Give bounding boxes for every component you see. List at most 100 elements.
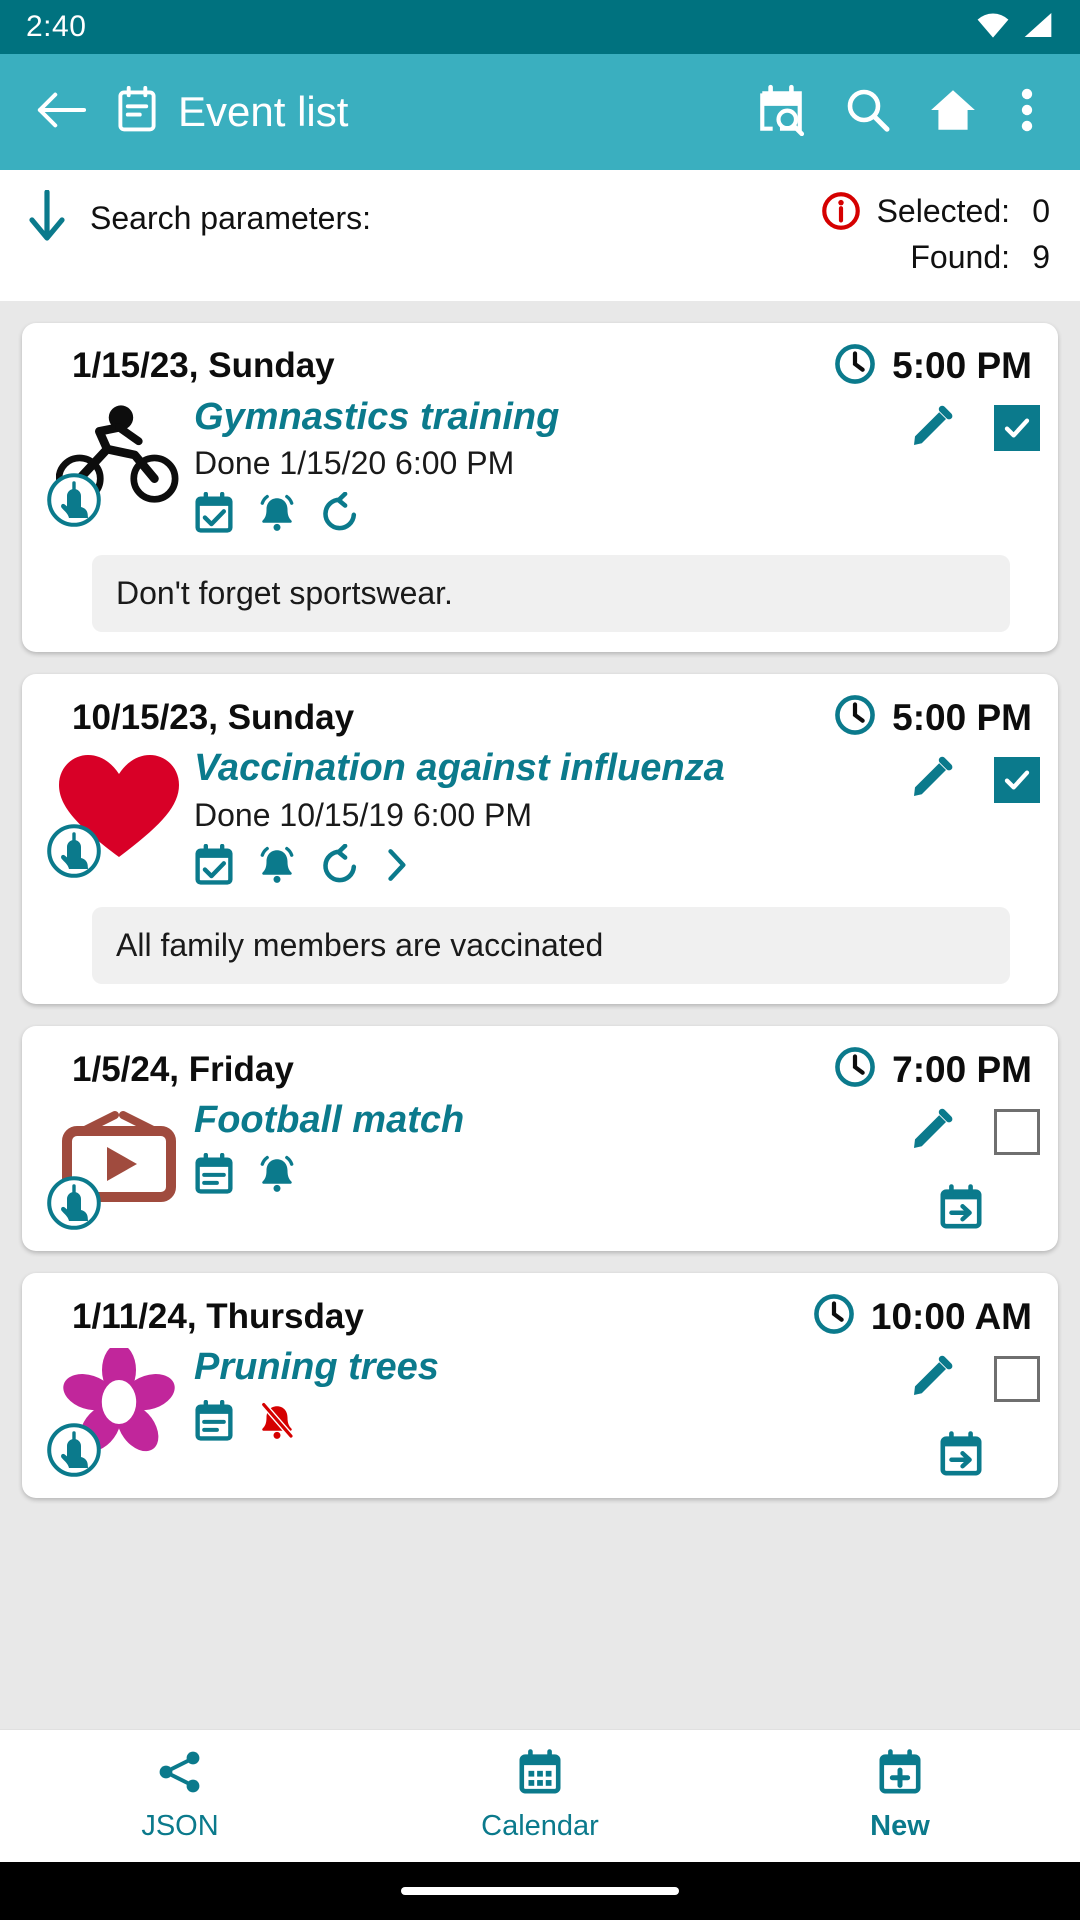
event-card-main: Football match <box>194 1097 850 1200</box>
calendar-search-button[interactable] <box>738 69 824 155</box>
calendar-export-icon[interactable] <box>938 1184 984 1235</box>
event-card-main: Gymnastics training Done 1/15/20 6:00 PM <box>194 394 850 540</box>
event-thumbnail[interactable] <box>44 394 194 527</box>
event-time-group: 5:00 PM <box>834 343 1032 390</box>
wifi-icon <box>976 11 1010 44</box>
event-action-row <box>908 1352 1040 1405</box>
event-card[interactable]: 1/15/23, Sunday 5:00 PM Gymnastics train… <box>22 322 1058 653</box>
event-done-checkbox[interactable] <box>994 1355 1040 1402</box>
event-date: 1/5/24, Friday <box>72 1049 294 1089</box>
event-time-group: 5:00 PM <box>834 694 1032 741</box>
event-title[interactable]: Pruning trees <box>194 1346 850 1390</box>
result-counters: Selected: 0 Found: 9 <box>821 186 1050 281</box>
event-status-icons <box>194 1152 850 1200</box>
event-card-main: Pruning trees <box>194 1344 850 1447</box>
status-clock: 2:40 <box>26 10 87 43</box>
event-card-body: Gymnastics training Done 1/15/20 6:00 PM <box>40 394 1040 540</box>
status-icon-group <box>976 11 1054 44</box>
event-thumbnail[interactable] <box>44 745 194 879</box>
gesture-pill[interactable] <box>401 1887 679 1895</box>
search-icon <box>843 86 891 139</box>
found-label: Found: <box>910 239 1010 276</box>
event-card-header: 10/15/23, Sunday 5:00 PM <box>40 688 1040 745</box>
chevron-right-icon[interactable] <box>382 844 410 891</box>
found-count: 9 <box>1032 239 1050 276</box>
event-action-row <box>908 402 1040 455</box>
event-date: 1/15/23, Sunday <box>72 346 335 386</box>
touch-badge-icon[interactable] <box>46 472 102 528</box>
app-bar-actions <box>738 69 1058 155</box>
home-button[interactable] <box>910 69 996 155</box>
overflow-menu-button[interactable] <box>996 69 1058 155</box>
selected-count: 0 <box>1032 193 1050 229</box>
event-list-icon <box>116 85 158 139</box>
nav-item-calendar[interactable]: Calendar <box>360 1749 720 1843</box>
calendar-month-icon <box>517 1749 563 1800</box>
event-card[interactable]: 10/15/23, Sunday 5:00 PM Vaccination aga… <box>22 674 1058 1005</box>
clock-icon <box>834 1046 876 1093</box>
event-title[interactable]: Football match <box>194 1099 850 1143</box>
info-icon[interactable] <box>821 191 861 231</box>
event-time: 7:00 PM <box>892 1048 1032 1090</box>
search-parameters-toggle[interactable]: Search parameters: <box>26 186 371 247</box>
share-icon <box>156 1749 204 1800</box>
event-time: 5:00 PM <box>892 345 1032 387</box>
event-action-row <box>908 753 1040 806</box>
search-parameters-label: Search parameters: <box>90 200 372 236</box>
event-time: 10:00 AM <box>870 1295 1032 1337</box>
event-done-checkbox[interactable] <box>994 756 1040 803</box>
calendar-export-icon[interactable] <box>938 1431 984 1482</box>
edit-pencil-icon[interactable] <box>908 753 956 806</box>
event-date: 1/11/24, Thursday <box>72 1296 364 1336</box>
calendar-icon[interactable] <box>194 1399 234 1447</box>
event-card-body: Football match <box>40 1097 1040 1235</box>
event-card[interactable]: 1/5/24, Friday 7:00 PM Football match <box>22 1026 1058 1252</box>
edit-pencil-icon[interactable] <box>908 1352 956 1405</box>
repeat-icon[interactable] <box>320 492 360 539</box>
edit-pencil-icon[interactable] <box>908 1105 956 1158</box>
search-parameters-bar[interactable]: Search parameters: Selected: 0 Found: 9 <box>0 170 1080 301</box>
nav-label-new: New <box>870 1810 930 1842</box>
event-subtitle: Done 10/15/19 6:00 PM <box>194 797 533 834</box>
nav-item-json[interactable]: JSON <box>0 1749 360 1843</box>
page-title: Event list <box>178 88 349 135</box>
event-time: 5:00 PM <box>892 696 1032 738</box>
clock-icon <box>834 343 876 390</box>
event-list[interactable]: 1/15/23, Sunday 5:00 PM Gymnastics train… <box>0 300 1080 1920</box>
event-title[interactable]: Gymnastics training <box>194 396 850 440</box>
calendar-check-icon[interactable] <box>194 843 234 891</box>
event-status-icons <box>194 843 850 891</box>
calendar-icon[interactable] <box>194 1152 234 1200</box>
repeat-icon[interactable] <box>320 843 360 891</box>
alarm-bell-icon[interactable] <box>256 492 298 539</box>
app-bar-title-group: Event list <box>116 85 738 139</box>
event-card-header: 1/15/23, Sunday 5:00 PM <box>40 337 1040 394</box>
touch-badge-icon[interactable] <box>46 1422 102 1478</box>
event-card-body: Vaccination against influenza Done 10/15… <box>40 745 1040 891</box>
event-done-checkbox[interactable] <box>994 405 1040 452</box>
found-row: Found: 9 <box>821 234 1050 280</box>
alarm-bell-icon[interactable] <box>256 1153 298 1200</box>
signal-icon <box>1022 11 1054 44</box>
alarm-bell-off-icon[interactable] <box>256 1400 298 1447</box>
event-card[interactable]: 1/11/24, Thursday 10:00 AM Pruning trees <box>22 1273 1058 1499</box>
event-card-main: Vaccination against influenza Done 10/15… <box>194 745 850 891</box>
nav-item-new[interactable]: New <box>720 1749 1080 1843</box>
search-button[interactable] <box>824 69 910 155</box>
touch-badge-icon[interactable] <box>46 823 102 879</box>
event-thumbnail[interactable] <box>44 1343 194 1477</box>
alarm-bell-icon[interactable] <box>256 844 298 891</box>
touch-badge-icon[interactable] <box>46 1175 102 1231</box>
event-done-checkbox[interactable] <box>994 1108 1040 1155</box>
event-status-icons <box>194 492 850 539</box>
event-date: 10/15/23, Sunday <box>72 697 355 737</box>
calendar-search-icon <box>756 84 806 141</box>
edit-pencil-icon[interactable] <box>908 402 956 455</box>
event-title[interactable]: Vaccination against influenza <box>194 747 850 791</box>
event-thumbnail[interactable] <box>44 1097 194 1230</box>
calendar-check-icon[interactable] <box>194 492 234 539</box>
back-arrow-icon <box>36 90 87 135</box>
back-button[interactable] <box>32 83 90 141</box>
event-time-group: 7:00 PM <box>834 1046 1032 1093</box>
system-gesture-bar <box>0 1862 1080 1920</box>
